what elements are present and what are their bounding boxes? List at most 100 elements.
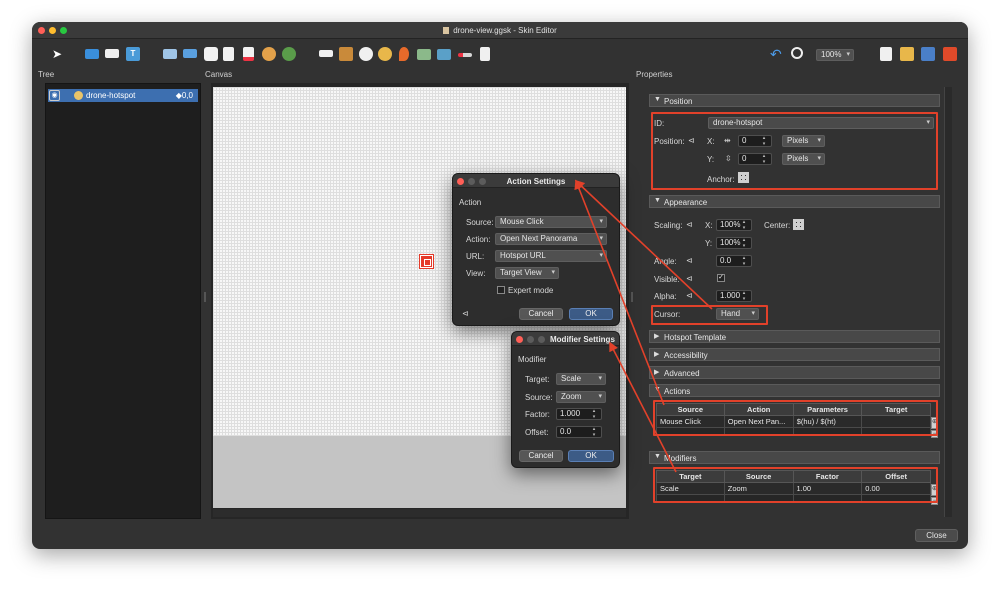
folder-icon[interactable] xyxy=(85,49,99,59)
action-ok-button[interactable]: OK xyxy=(569,308,613,320)
link-icon[interactable]: ⊲ xyxy=(686,274,697,283)
section-modifiers[interactable]: ▼ Modifiers xyxy=(649,451,940,464)
table-cell: Scale xyxy=(656,482,725,495)
table-cell: Open Next Pan... xyxy=(723,415,794,428)
button-tool-icon[interactable] xyxy=(204,47,218,61)
action-url-select[interactable]: Hotspot URL xyxy=(495,250,607,262)
add-modifier-icon[interactable]: ⊕ xyxy=(931,484,938,496)
photo-tool-icon[interactable] xyxy=(417,49,431,60)
export-icon[interactable] xyxy=(880,47,892,61)
tree-label: Tree xyxy=(38,70,55,79)
section-modifiers-title: Modifiers xyxy=(664,454,697,463)
cursor-label: Cursor: xyxy=(654,310,681,319)
grid-tool-icon[interactable] xyxy=(339,47,353,61)
cloner-tool-icon[interactable] xyxy=(378,47,392,61)
image-tool-icon[interactable] xyxy=(163,49,177,59)
text-tool-icon[interactable]: T xyxy=(126,47,140,61)
position-y-unit-select[interactable]: Pixels xyxy=(782,153,825,165)
dialog-close-icon[interactable] xyxy=(516,336,523,343)
section-hotspot-template[interactable]: ▶ Hotspot Template xyxy=(649,330,940,343)
variables-icon[interactable] xyxy=(943,47,957,61)
properties-scrollbar[interactable] xyxy=(944,87,952,517)
modifiers-col-factor[interactable]: Factor xyxy=(792,470,863,483)
link-icon[interactable]: ⊲ xyxy=(686,220,697,229)
expert-mode-checkbox[interactable] xyxy=(497,286,505,294)
close-button[interactable]: Close xyxy=(915,529,958,542)
translate-icon[interactable] xyxy=(921,47,935,61)
link-icon[interactable]: ⊲ xyxy=(688,136,699,145)
section-accessibility[interactable]: ▶ Accessibility xyxy=(649,348,940,361)
compass-tool-icon[interactable] xyxy=(359,47,373,61)
position-x-unit-select[interactable]: Pixels xyxy=(782,135,825,147)
center-grid-icon[interactable] xyxy=(793,219,804,230)
slider-tool-icon[interactable] xyxy=(458,53,472,57)
action-view-select[interactable]: Target View xyxy=(495,267,559,279)
modifiers-col-target[interactable]: Target xyxy=(656,470,725,483)
add-action-icon[interactable]: ⊕ xyxy=(931,417,938,429)
link-icon[interactable]: ⊲ xyxy=(686,291,697,300)
canvas-horizontal-scrollbar[interactable] xyxy=(213,509,626,517)
chevron-down-icon: ▼ xyxy=(654,386,661,393)
visible-checkbox[interactable]: ✓ xyxy=(717,274,725,282)
undo-icon[interactable]: ↶ xyxy=(770,47,784,61)
remove-modifier-icon[interactable]: − xyxy=(931,497,938,505)
table-row-empty xyxy=(656,427,931,436)
alpha-input[interactable]: 1.000 xyxy=(716,290,752,302)
tree-item-drone-hotspot[interactable]: ◉ drone-hotspot ◆0,0 xyxy=(48,89,198,102)
pdf-tool-icon[interactable] xyxy=(243,47,254,61)
modifier-factor-input[interactable]: 1.000 xyxy=(556,408,602,420)
zoom-icon[interactable] xyxy=(791,47,803,59)
section-position[interactable]: ▼ Position xyxy=(649,94,940,107)
drone-hotspot-element[interactable] xyxy=(419,254,434,269)
actions-col-parameters[interactable]: Parameters xyxy=(792,403,863,416)
id-field[interactable]: drone-hotspot xyxy=(708,117,934,129)
modifier-factor-value: 1.000 xyxy=(560,409,581,418)
rectangle-tool-icon[interactable] xyxy=(105,49,119,58)
modifiers-col-source[interactable]: Source xyxy=(723,470,794,483)
svg-tool-icon[interactable] xyxy=(223,47,234,61)
table-cell: Zoom xyxy=(723,482,794,495)
table-row[interactable]: Scale Zoom 1.00 0.00 xyxy=(656,482,931,495)
action-url-label: URL: xyxy=(466,252,485,261)
angle-input[interactable]: 0.0 xyxy=(716,255,752,267)
action-view-label: View: xyxy=(466,269,486,278)
modifier-ok-button[interactable]: OK xyxy=(568,450,614,462)
label-tool-icon[interactable] xyxy=(319,50,333,57)
sound-tool-icon[interactable] xyxy=(480,47,490,61)
cursor-select[interactable]: Hand xyxy=(716,308,759,320)
right-splitter-handle[interactable] xyxy=(631,292,633,302)
section-actions[interactable]: ▼ Actions xyxy=(649,384,940,397)
section-advanced[interactable]: ▶ Advanced xyxy=(649,366,940,379)
actions-col-target[interactable]: Target xyxy=(861,403,931,416)
visibility-eye-icon[interactable]: ◉ xyxy=(49,90,60,101)
table-row[interactable]: Mouse Click Open Next Pan... $(hu) / $(h… xyxy=(656,415,931,428)
paint-icon[interactable] xyxy=(900,47,914,61)
tooltip-tool-icon[interactable] xyxy=(183,49,197,58)
anchor-grid-icon[interactable] xyxy=(738,172,749,183)
action-cancel-button[interactable]: Cancel xyxy=(519,308,563,320)
circle-tool-icon[interactable] xyxy=(262,47,276,61)
globe-tool-icon[interactable] xyxy=(282,47,296,61)
scale-y-input[interactable]: 100% xyxy=(716,237,752,249)
select-tool-icon[interactable]: ➤ xyxy=(52,47,66,61)
modifier-target-select[interactable]: Scale xyxy=(556,373,606,385)
modifier-offset-input[interactable]: 0.0 xyxy=(556,426,602,438)
section-appearance[interactable]: ▼ Appearance xyxy=(649,195,940,208)
modifiers-col-offset[interactable]: Offset xyxy=(861,470,931,483)
actions-col-action[interactable]: Action xyxy=(723,403,794,416)
remove-action-icon[interactable]: − xyxy=(931,430,938,438)
action-source-select[interactable]: Mouse Click xyxy=(495,216,607,228)
position-y-input[interactable]: 0 xyxy=(738,153,772,165)
left-splitter-handle[interactable] xyxy=(204,292,206,302)
action-action-select[interactable]: Open Next Panorama xyxy=(495,233,607,245)
video-tool-icon[interactable] xyxy=(437,49,451,60)
map-pin-icon[interactable] xyxy=(399,47,409,61)
modifier-source-select[interactable]: Zoom xyxy=(556,391,606,403)
modifier-cancel-button[interactable]: Cancel xyxy=(519,450,563,462)
link-icon[interactable]: ⊲ xyxy=(686,256,697,265)
link-icon[interactable]: ⊲ xyxy=(462,309,473,318)
actions-col-source[interactable]: Source xyxy=(656,403,725,416)
zoom-select[interactable]: 100% xyxy=(816,49,854,61)
position-x-input[interactable]: 0 xyxy=(738,135,772,147)
scale-x-input[interactable]: 100% xyxy=(716,219,752,231)
